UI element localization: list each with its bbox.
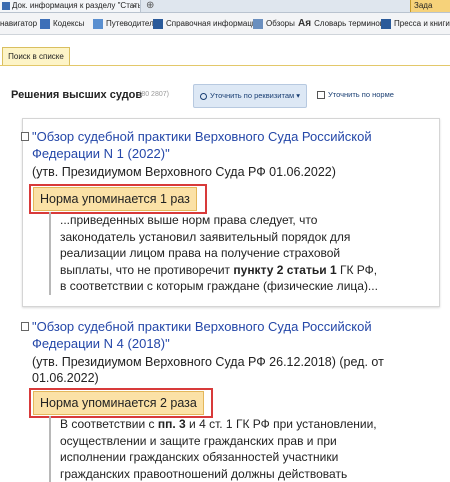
document-title-line1[interactable]: "Обзор судебной практики Верховного Суда… [32,318,442,335]
snippet-line: законодатель установил заявительный поря… [60,229,446,246]
snippet-line: гражданских правоотношений должны действ… [60,466,446,482]
document-snippet: В соответствии с пп. 3 и 4 ст. 1 ГК РФ п… [49,416,446,482]
toolbar-item-codes[interactable]: Кодексы [40,13,84,34]
snippet-line: реализации лицом права на получение стра… [60,245,446,262]
document-icon [21,132,29,141]
document-title-line1[interactable]: "Обзор судебной практики Верховного Суда… [32,128,442,145]
refine-by-norm-link[interactable]: Уточнить по норме [317,90,394,99]
document-approved-line2: 01.06.2022) [32,370,442,386]
browser-tab-active[interactable]: Док. информация к разделу "Статья 1. О × [0,0,141,12]
snippet-line-bold: В соответствии с пп. 3 и 4 ст. 1 ГК РФ п… [60,416,446,433]
press-icon [381,19,391,29]
snippet-line: в соответствии с которым граждане (физич… [60,278,446,295]
norm-icon [317,91,325,99]
toolbar-item-navigator[interactable]: навигатор [0,13,37,34]
page-title: Решения высших судов [11,89,142,101]
toolbar-item-guides[interactable]: Путеводители [93,13,158,34]
codes-icon [40,19,50,29]
guides-icon [93,19,103,29]
document-item[interactable]: "Обзор судебной практики Верховного Суда… [32,318,442,386]
document-snippet: ...приведенных выше норм права следует, … [49,212,446,295]
document-title-line2[interactable]: Федерации N 4 (2018)" [32,335,442,352]
toolbar-item-reviews[interactable]: Обзоры [253,13,295,34]
dictionary-icon: Aя [298,18,311,29]
document-icon [2,2,10,10]
snippet-line: осуществлении и защите гражданских прав … [60,433,446,450]
refine-by-details-button[interactable]: Уточнить по реквизитам ▾ [193,84,307,108]
snippet-line: исполнении гражданских обязанностей учас… [60,449,446,466]
search-icon [200,93,207,100]
badge-highlight [29,184,207,214]
snippet-line: ...приведенных выше норм права следует, … [60,212,446,229]
new-tab-icon[interactable]: ⊕ [146,0,154,12]
document-approved: (утв. Президиумом Верховного Суда РФ 01.… [32,164,442,180]
browser-tab-strip: Док. информация к разделу "Статья 1. О ×… [0,0,450,13]
close-icon[interactable]: × [132,0,137,12]
browser-tab-tasks[interactable]: Зада [410,0,450,12]
main-toolbar: навигатор Кодексы Путеводители Справочна… [0,13,450,35]
result-count: (80 2807) [139,91,169,98]
tab-title: Док. информация к разделу "Статья 1. О [12,1,141,10]
document-title-line2[interactable]: Федерации N 1 (2022)" [32,145,442,162]
document-icon [21,322,29,331]
reference-icon [153,19,163,29]
snippet-line-bold: выплаты, что не противоречит пункту 2 ст… [60,262,446,279]
toolbar-item-reference[interactable]: Справочная информация [153,13,261,34]
toolbar-item-dictionary[interactable]: AяСловарь терминов [298,13,384,34]
document-item[interactable]: "Обзор судебной практики Верховного Суда… [32,128,442,180]
search-in-list-tab[interactable]: Поиск в списке [2,47,70,65]
toolbar-item-press[interactable]: Пресса и книги [381,13,450,34]
reviews-icon [253,19,263,29]
badge-highlight [29,388,213,418]
document-approved-line1: (утв. Президиумом Верховного Суда РФ 26.… [32,354,442,370]
